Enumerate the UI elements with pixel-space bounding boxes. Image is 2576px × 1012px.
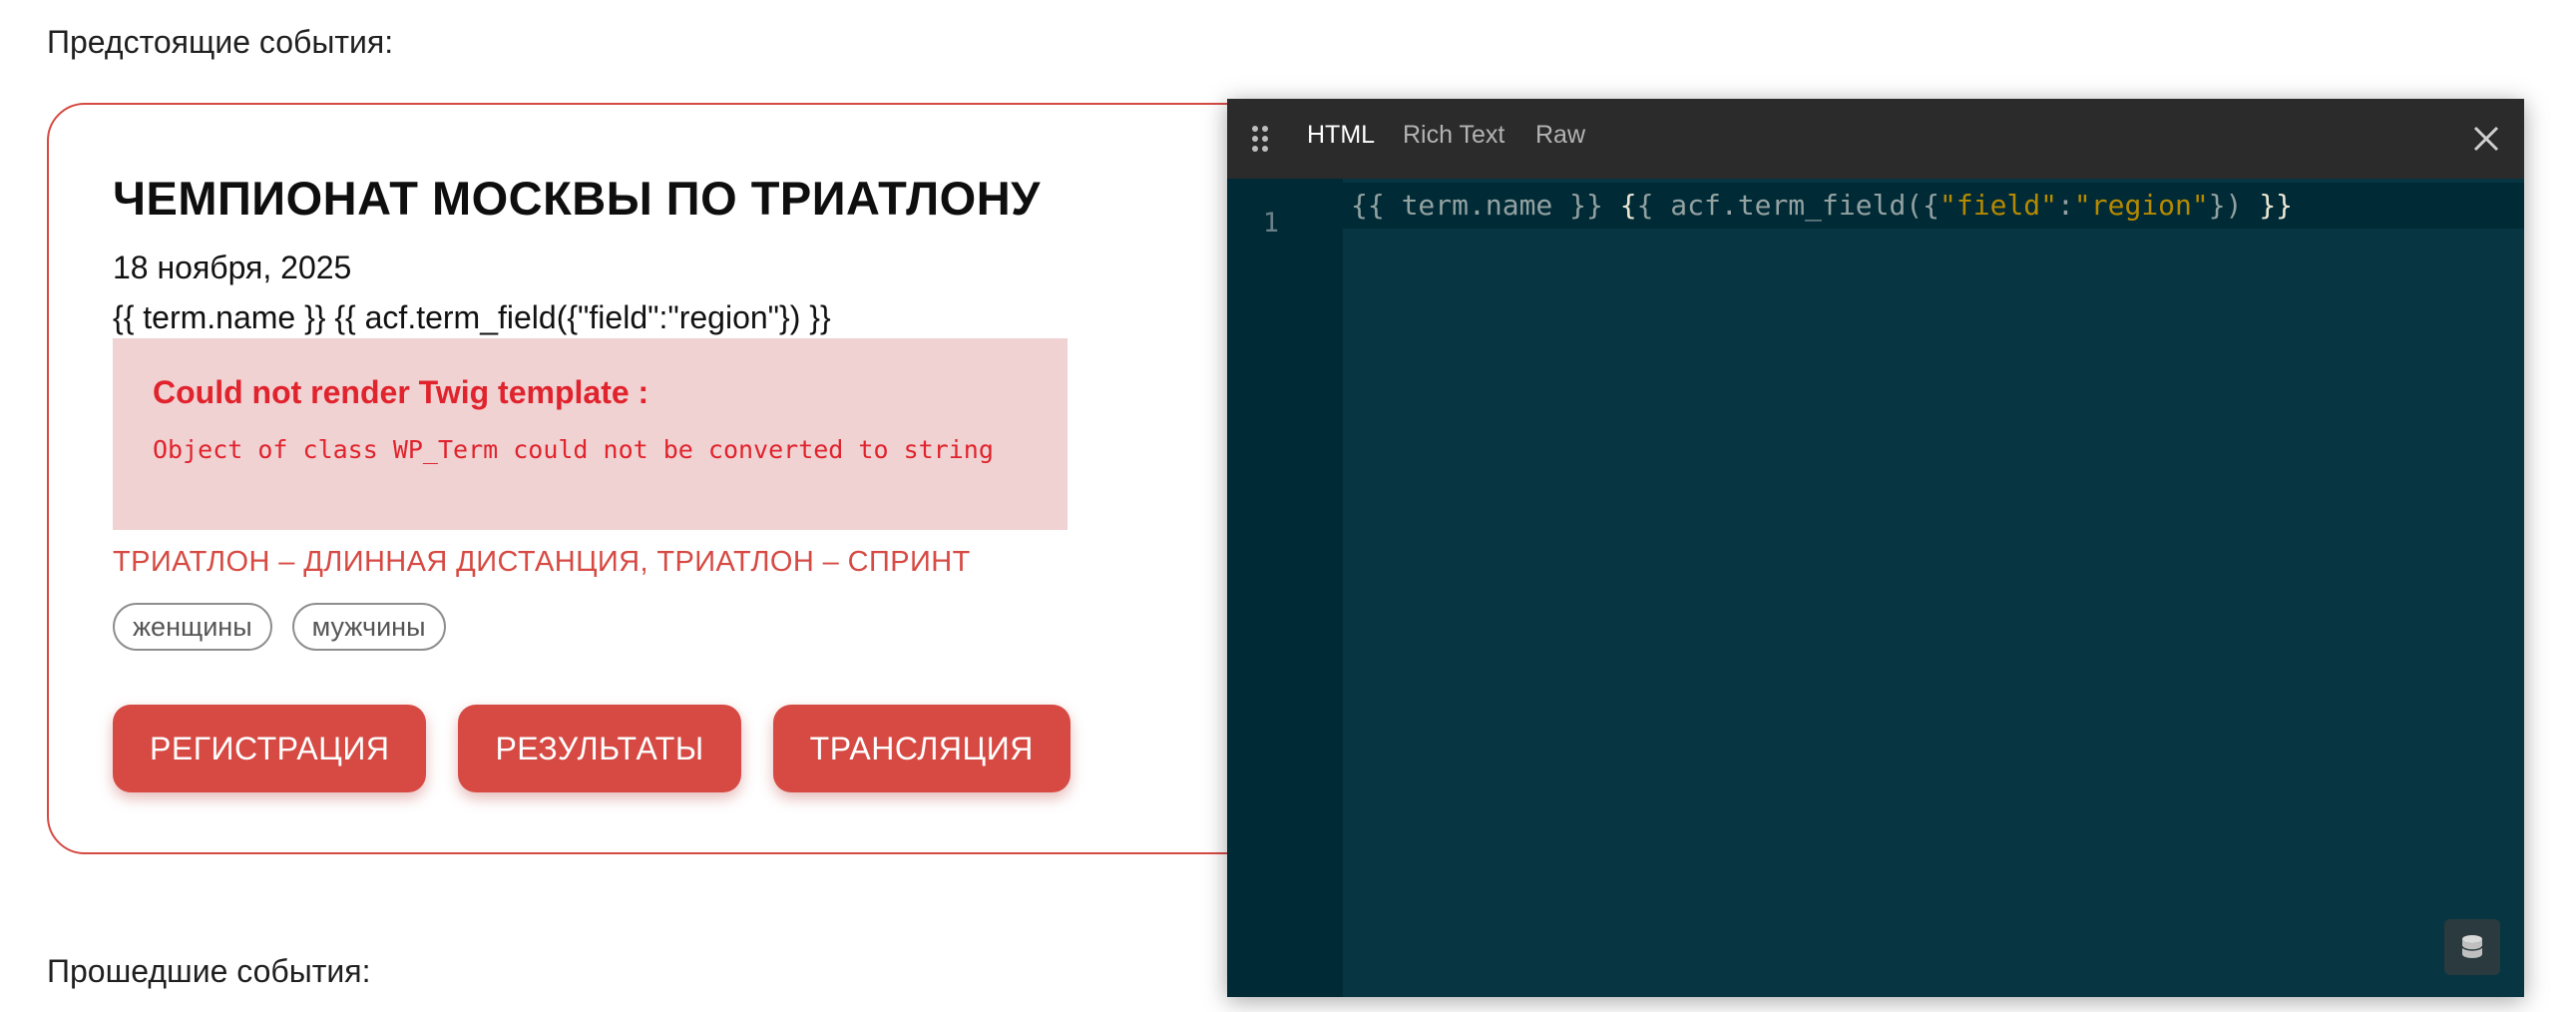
registration-button[interactable]: РЕГИСТРАЦИЯ <box>113 705 427 792</box>
line-gutter <box>1227 179 1343 997</box>
twig-error-title: Could not render Twig template : <box>153 374 649 410</box>
line-number: 1 <box>1262 208 1279 239</box>
code-line[interactable]: {{ term.name }} {{ acf.term_field({"fiel… <box>1351 187 2293 225</box>
results-button[interactable]: РЕЗУЛЬТАТЫ <box>458 705 741 792</box>
tag-men[interactable]: мужчины <box>291 603 446 651</box>
broadcast-button[interactable]: ТРАНСЛЯЦИЯ <box>772 705 1071 792</box>
tab-html[interactable]: HTML <box>1307 121 1375 150</box>
event-disciplines: ТРИАТЛОН – ДЛИННАЯ ДИСТАНЦИЯ, ТРИАТЛОН –… <box>113 546 971 578</box>
code-string-token: "region" <box>2073 189 2209 222</box>
twig-error-message: Object of class WP_Term could not be con… <box>153 435 994 464</box>
tab-rich-text[interactable]: Rich Text <box>1403 121 1504 150</box>
event-title: ЧЕМПИОНАТ МОСКВЫ ПО ТРИАТЛОНУ <box>113 172 1041 225</box>
code-token: { <box>1619 189 1637 222</box>
event-template-text: {{ term.name }} {{ acf.term_field({"fiel… <box>113 299 831 335</box>
twig-error-box: Could not render Twig template : Object … <box>113 338 1068 530</box>
code-token: {{ term.name }} <box>1351 189 1620 222</box>
event-buttons: РЕГИСТРАЦИЯ РЕЗУЛЬТАТЫ ТРАНСЛЯЦИЯ <box>113 705 1071 792</box>
code-editor-panel: HTML Rich Text Raw 1 {{ term.name }} {{ … <box>1227 99 2524 997</box>
code-token: : <box>2057 189 2074 222</box>
event-date: 18 ноября, 2025 <box>113 250 352 285</box>
code-token: { acf.term_field({ <box>1636 189 1940 222</box>
code-string-token: "field" <box>1939 189 2058 222</box>
page: Предстоящие события: ЧЕМПИОНАТ МОСКВЫ ПО… <box>0 0 2576 1012</box>
code-token: }) <box>2208 189 2260 222</box>
tag-women[interactable]: женщины <box>113 603 272 651</box>
event-card: ЧЕМПИОНАТ МОСКВЫ ПО ТРИАТЛОНУ 18 ноября,… <box>47 103 1344 854</box>
upcoming-events-label: Предстоящие события: <box>47 24 394 60</box>
close-icon[interactable] <box>2470 123 2502 155</box>
code-token: }} <box>2259 189 2294 222</box>
editor-toolbar: HTML Rich Text Raw <box>1227 99 2524 179</box>
database-icon[interactable] <box>2444 919 2500 975</box>
event-tags: женщины мужчины <box>113 603 446 651</box>
drag-handle-icon[interactable] <box>1252 126 1270 152</box>
past-events-label: Прошедшие события: <box>47 953 371 989</box>
tab-raw[interactable]: Raw <box>1535 121 1585 150</box>
